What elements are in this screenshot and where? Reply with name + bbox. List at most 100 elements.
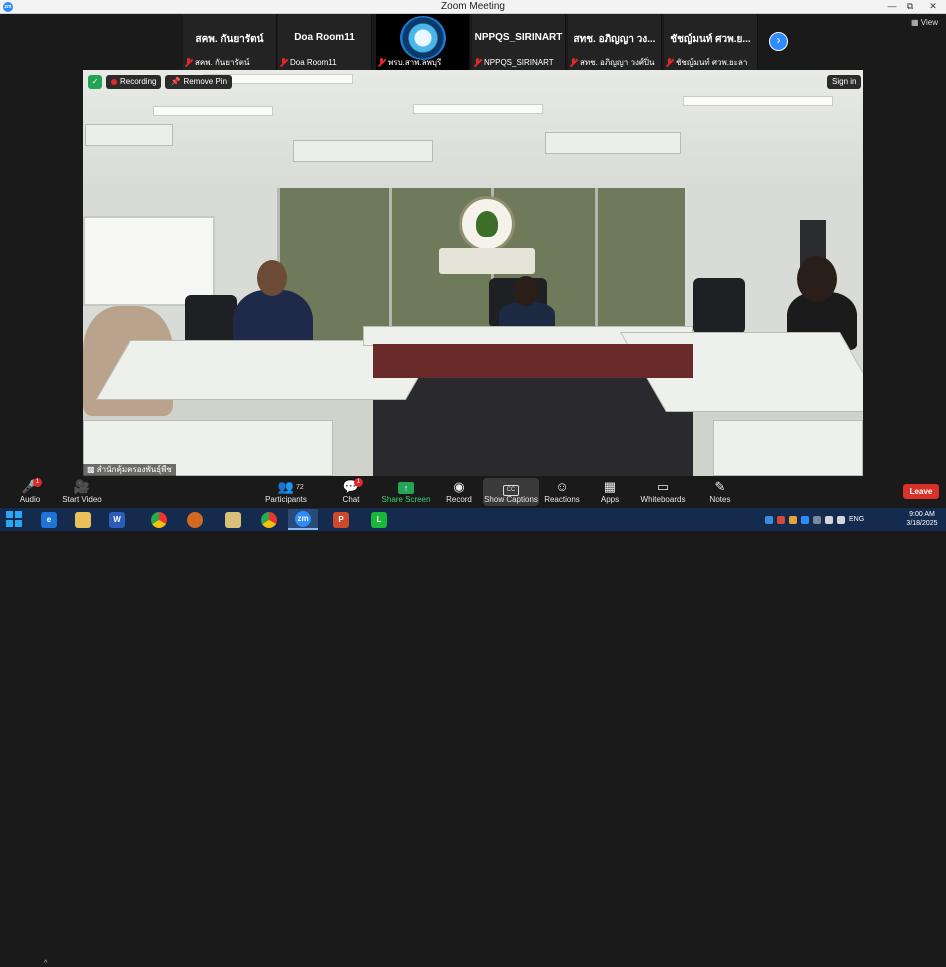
tray-app-icon[interactable] <box>765 515 773 524</box>
participant-name: สทช. อภิญญา วง... <box>573 34 656 45</box>
remove-pin-button[interactable]: 📌 Remove Pin <box>165 75 233 89</box>
audio-badge: 1 <box>33 478 42 487</box>
view-label: View <box>920 18 938 27</box>
mic-muted-icon <box>185 58 192 67</box>
participant-video-logo <box>400 16 446 60</box>
show-captions-button[interactable]: CC Show Captions <box>483 478 539 506</box>
whiteboard-icon: ▭ <box>656 479 670 494</box>
participant-count: 72 <box>296 484 304 491</box>
share-screen-icon: ↑ <box>398 482 414 494</box>
record-button[interactable]: ◉ Record <box>429 478 489 505</box>
chevron-right-icon[interactable]: › <box>769 32 788 51</box>
start-video-button[interactable]: 🎥 Start Video <box>52 478 112 505</box>
maximize-button[interactable]: ⧉ <box>902 0 918 14</box>
file-explorer-icon[interactable] <box>68 509 98 530</box>
network-icon[interactable] <box>825 515 833 524</box>
close-button[interactable]: ✕ <box>922 0 944 14</box>
tray-zoom-icon[interactable] <box>801 515 809 524</box>
edge-icon[interactable]: e <box>34 509 64 530</box>
windows-start-icon[interactable] <box>6 511 23 528</box>
chat-label: Chat <box>342 495 360 504</box>
audio-label: Audio <box>19 495 41 504</box>
clock[interactable]: 9:00 AM 3/18/2025 <box>900 510 944 528</box>
whiteboards-label: Whiteboards <box>640 495 686 504</box>
apps-label: Apps <box>600 495 620 504</box>
participant-tile[interactable]: สทช. อภิญญา วง... สทช. อภิญญา วงศ์ปิ่น <box>568 14 662 70</box>
chrome-profile-icon[interactable] <box>180 509 210 530</box>
recording-indicator[interactable]: Recording <box>106 75 162 89</box>
audio-button[interactable]: 🎤 1 Audio <box>0 478 60 505</box>
tray-app-icon[interactable] <box>789 515 797 524</box>
start-video-label: Start Video <box>62 495 102 504</box>
participant-tile[interactable]: พรบ.สาพ.ลพบุรี <box>376 14 470 70</box>
recording-label: Recording <box>120 77 157 86</box>
participant-name: สคพ. กันยารัตน์ <box>195 34 264 45</box>
participant-name: ชัชญ์มนท์ ศวพ.ย... <box>670 34 751 45</box>
participant-tile[interactable]: NPPQS_SIRINART NPPQS_SIRINART <box>472 14 566 70</box>
participant-name: Doa Room11 <box>294 32 355 43</box>
window-title: Zoom Meeting <box>441 1 505 12</box>
clock-time: 9:00 AM <box>909 511 935 518</box>
meeting-toolbar: 🎤 1 Audio ^ 🎥 Start Video 👥 72 Participant… <box>0 476 946 967</box>
tray-app-icon[interactable] <box>777 515 785 524</box>
participant-label: สคพ. กันยารัตน์ <box>195 58 250 67</box>
captions-icon: CC <box>503 485 519 496</box>
zoom-icon[interactable]: zm <box>288 509 318 530</box>
apps-icon: ▦ <box>603 479 617 494</box>
apps-button[interactable]: ▦ Apps <box>580 478 640 505</box>
participant-tile[interactable]: สคพ. กันยารัตน์ สคพ. กันยารัตน์ <box>183 14 277 70</box>
share-screen-button[interactable]: ↑ Share Screen <box>376 478 436 505</box>
folder-icon[interactable] <box>218 509 248 530</box>
windows-taskbar: e W zm P L ENG 9:00 AM 3/18/2025 <box>0 508 946 531</box>
chevron-up-icon[interactable]: ^ <box>44 960 47 967</box>
leave-button[interactable]: Leave <box>903 484 939 499</box>
participant-tile[interactable]: Doa Room11 Doa Room11 <box>278 14 372 70</box>
volume-icon[interactable] <box>837 515 845 524</box>
mic-muted-icon <box>474 58 481 67</box>
record-label: Record <box>446 495 472 504</box>
notes-icon: ✎ <box>714 479 726 494</box>
participant-label: สทช. อภิญญา วงศ์ปิ่น <box>580 58 655 67</box>
minimize-button[interactable]: — <box>884 0 900 14</box>
participant-label: ชัชญ์มนท์ ศวพ.ยะลา <box>676 58 748 67</box>
participant-label: พรบ.สาพ.ลพบุรี <box>388 58 442 67</box>
chat-button[interactable]: 💬 1 Chat <box>321 478 381 505</box>
record-dot-icon <box>111 79 117 85</box>
record-icon: ◉ <box>453 479 465 494</box>
view-button[interactable]: ▦ View <box>911 18 938 27</box>
participants-label: Participants <box>265 495 307 504</box>
whiteboards-button[interactable]: ▭ Whiteboards <box>633 478 693 505</box>
participants-button[interactable]: 👥 72 Participants <box>256 478 316 505</box>
chrome-icon[interactable] <box>254 509 284 530</box>
remove-pin-label: Remove Pin <box>183 77 228 86</box>
powerpoint-icon[interactable]: P <box>326 509 356 530</box>
pin-icon: 📌 <box>170 77 181 86</box>
video-caption: ▩ สำนักคุ้มครองพันธุ์พืช <box>83 464 176 476</box>
participant-label: Doa Room11 <box>290 58 337 67</box>
notes-label: Notes <box>709 495 731 504</box>
reactions-icon: ☺ <box>555 479 569 494</box>
video-off-icon: 🎥 <box>73 479 91 494</box>
title-bar: zm Zoom Meeting — ⧉ ✕ <box>0 0 946 14</box>
line-icon[interactable]: L <box>364 509 394 530</box>
language-indicator[interactable]: ENG <box>849 516 864 523</box>
notes-button[interactable]: ✎ Notes <box>690 478 750 505</box>
chat-badge: 1 <box>354 478 363 487</box>
word-icon[interactable]: W <box>102 509 132 530</box>
shield-icon[interactable]: ✓ <box>88 75 102 89</box>
show-captions-label: Show Captions <box>484 495 538 504</box>
tray-app-icon[interactable] <box>813 515 821 524</box>
whiteboard <box>83 216 215 306</box>
sign-in-button[interactable]: Sign in <box>827 75 862 89</box>
participants-icon: 👥 <box>277 479 295 494</box>
department-sign <box>439 248 535 274</box>
mic-muted-icon <box>378 58 385 67</box>
participant-name: NPPQS_SIRINART <box>474 32 563 43</box>
participant-tile[interactable]: ชัชญ์มนท์ ศวพ.ย... ชัชญ์มนท์ ศวพ.ยะลา <box>664 14 758 70</box>
chrome-icon[interactable] <box>144 509 174 530</box>
mic-muted-icon <box>570 58 577 67</box>
pinned-video[interactable]: ▩ สำนักคุ้มครองพันธุ์พืช <box>83 70 863 476</box>
clock-date: 3/18/2025 <box>906 520 938 527</box>
participant-label: NPPQS_SIRINART <box>484 58 554 67</box>
participant-gallery: สคพ. กันยารัตน์ สคพ. กันยารัตน์ Doa Room… <box>0 14 946 70</box>
